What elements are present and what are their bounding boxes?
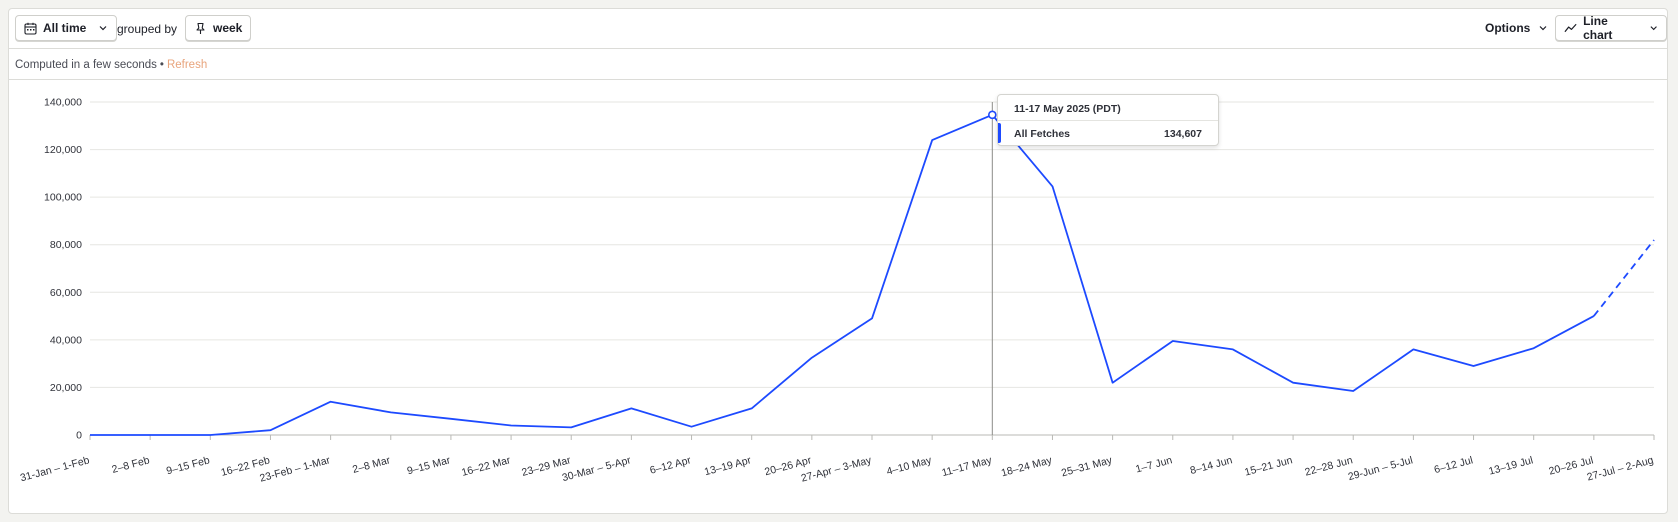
- y-tick-label: 120,000: [44, 144, 82, 156]
- series-line-incomplete-period: [1593, 239, 1655, 317]
- chevron-down-icon: [1539, 26, 1547, 31]
- x-tick-label: 16–22 Mar: [460, 454, 512, 479]
- y-tick-label: 100,000: [44, 192, 82, 204]
- tooltip-series-color: [998, 123, 1001, 143]
- x-tick-label: 4–10 May: [885, 454, 933, 478]
- y-tick-label: 80,000: [50, 239, 82, 251]
- x-tick-label: 25–31 May: [1060, 454, 1114, 479]
- x-tick-label: 31-Jan – 1-Feb: [19, 454, 91, 484]
- insight-panel: All time grouped by week Options Line ch…: [8, 8, 1668, 514]
- x-tick-label: 2–8 Mar: [351, 454, 392, 476]
- x-tick-label: 11–17 May: [941, 454, 994, 479]
- x-tick-label: 27-Jul – 2-Aug: [1586, 454, 1655, 483]
- x-tick-label: 9–15 Feb: [165, 454, 211, 477]
- chevron-down-icon: [1650, 26, 1657, 31]
- hover-point: [988, 110, 997, 120]
- x-tick-label: 13–19 Jul: [1487, 454, 1534, 477]
- chart-type-label: Line chart: [1583, 14, 1613, 42]
- options-button[interactable]: Options: [1485, 15, 1548, 41]
- tooltip-title: 11-17 May 2025 (PDT): [998, 95, 1218, 121]
- calendar-icon: [24, 22, 37, 35]
- x-tick-label: 8–14 Jun: [1189, 454, 1234, 477]
- y-tick-label: 140,000: [44, 97, 82, 109]
- chart-tooltip: 11-17 May 2025 (PDT) All Fetches 134,607: [997, 94, 1219, 146]
- x-tick-label: 23-Feb – 1-Mar: [258, 454, 331, 484]
- refresh-link[interactable]: Refresh: [167, 59, 207, 71]
- x-tick-label: 6–12 Apr: [649, 454, 693, 477]
- status-bar: Computed in a few seconds • Refresh: [9, 49, 1667, 80]
- x-tick-label: 2–8 Feb: [111, 454, 151, 476]
- options-label: Options: [1485, 21, 1531, 35]
- y-tick-label: 60,000: [50, 287, 82, 299]
- status-separator: •: [159, 59, 164, 71]
- x-tick-label: 30-Mar – 5-Apr: [561, 454, 633, 484]
- x-tick-label: 15–21 Jun: [1243, 454, 1294, 478]
- y-tick-label: 20,000: [50, 382, 82, 394]
- date-range-label: All time: [43, 21, 87, 35]
- tooltip-row: All Fetches 134,607: [998, 121, 1218, 145]
- x-tick-label: 13–19 Apr: [703, 454, 753, 478]
- tooltip-series-value: 134,607: [1164, 128, 1202, 140]
- x-tick-label: 18–24 May: [1000, 454, 1054, 479]
- x-tick-label: 9–15 Mar: [406, 454, 452, 477]
- tooltip-series-label: All Fetches: [1014, 128, 1071, 140]
- y-tick-label: 40,000: [50, 334, 82, 346]
- x-tick-label: 6–12 Jul: [1433, 454, 1474, 476]
- grouped-by-text: grouped by: [117, 22, 178, 36]
- date-range-button[interactable]: All time: [15, 15, 118, 41]
- chevron-down-icon: [99, 26, 107, 31]
- y-tick-label: 0: [76, 430, 82, 442]
- x-tick-label: 22–28 Jun: [1304, 454, 1355, 478]
- x-tick-label: 1–7 Jun: [1134, 454, 1173, 475]
- interval-button[interactable]: week: [185, 15, 252, 41]
- x-tick-label: 29-Jun – 5-Jul: [1347, 454, 1414, 483]
- line-chart: 0 20,000 40,000 60,000 80,000 100,000 120,000 1…: [19, 97, 1655, 485]
- computed-text: Computed in a few seconds: [15, 59, 157, 71]
- interval-label: week: [213, 21, 243, 35]
- pin-icon: [196, 22, 205, 34]
- x-tick-label: 27-Apr – 3-May: [800, 454, 874, 485]
- chart-type-button[interactable]: Line chart: [1555, 14, 1667, 42]
- line-chart-icon: [1564, 23, 1577, 33]
- toolbar: All time grouped by week Options Line ch…: [9, 9, 1667, 49]
